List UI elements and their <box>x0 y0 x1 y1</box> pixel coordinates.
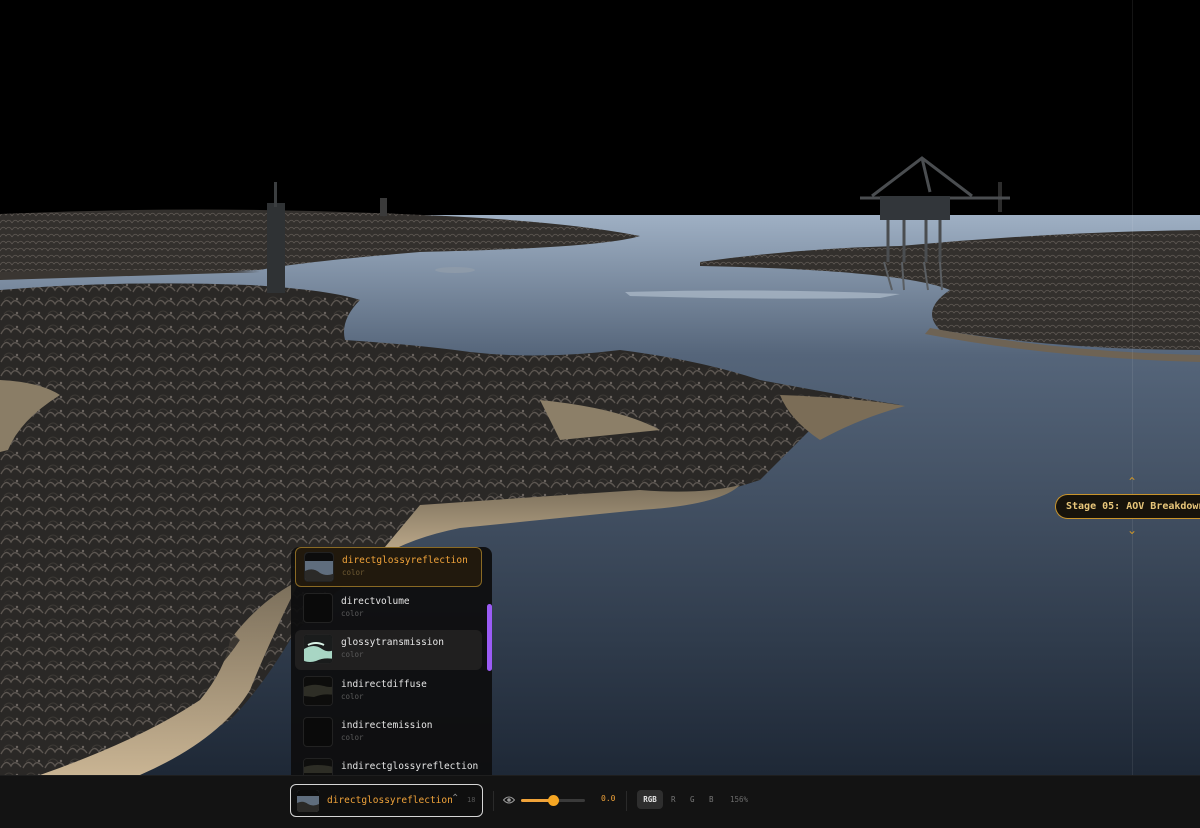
channel-g-button[interactable]: G <box>690 790 695 809</box>
chevron-up-icon: ⌃ <box>451 793 460 804</box>
aov-thumbnail <box>304 552 334 582</box>
aov-item-type: color <box>341 609 364 618</box>
zoom-level[interactable]: 156% <box>730 790 748 809</box>
aov-thumbnail <box>303 593 333 623</box>
aov-select-dropdown[interactable]: directglossyreflection ⌃ 18 <box>290 784 483 817</box>
aov-item-name: indirectdiffuse <box>341 679 427 690</box>
aov-item-type: color <box>342 568 365 577</box>
aov-item-type: color <box>341 692 364 701</box>
aov-select-thumbnail <box>297 790 319 812</box>
aov-item-type: color <box>341 733 364 742</box>
stage-timeline-line <box>1132 0 1133 775</box>
aov-list-scrollbar[interactable] <box>487 604 492 671</box>
aov-select-value: directglossyreflection <box>327 795 453 806</box>
aov-item-indirectdiffuse[interactable]: indirectdiffuse color <box>295 672 482 712</box>
eye-icon[interactable] <box>503 794 515 806</box>
aov-thumbnail <box>303 758 333 775</box>
exposure-slider[interactable] <box>521 795 585 806</box>
viewer-toolbar: directglossyreflection ⌃ 18 0.0 RGB R G … <box>0 775 1200 828</box>
aov-item-type: color <box>341 650 364 659</box>
aov-item-name: indirectemission <box>341 720 433 731</box>
aov-item-indirectglossyreflection[interactable]: indirectglossyreflection color <box>295 754 482 775</box>
toolbar-divider <box>626 791 627 811</box>
aov-thumbnail <box>303 634 333 664</box>
exposure-slider-knob[interactable] <box>548 795 559 806</box>
exposure-value: 0.0 <box>601 794 616 803</box>
aov-item-name: indirectglossyreflection <box>341 761 479 772</box>
aov-item-directglossyreflection[interactable]: directglossyreflection color <box>295 547 482 587</box>
aov-thumbnail <box>303 676 333 706</box>
toolbar-divider <box>493 791 494 811</box>
aov-item-indirectemission[interactable]: indirectemission color <box>295 713 482 753</box>
channel-b-button[interactable]: B <box>709 790 714 809</box>
aov-count: 18 <box>467 796 476 804</box>
aov-item-directvolume[interactable]: directvolume color <box>295 589 482 629</box>
render-image <box>0 0 1200 775</box>
channel-r-button[interactable]: R <box>671 790 676 809</box>
aov-item-name: glossytransmission <box>341 637 444 648</box>
aov-item-name: directglossyreflection <box>342 555 468 566</box>
aov-item-name: directvolume <box>341 596 410 607</box>
aov-thumbnail <box>303 717 333 747</box>
chevron-up-icon[interactable]: ⌃ <box>1124 476 1140 488</box>
channel-rgb-button[interactable]: RGB <box>637 790 663 809</box>
stage-label[interactable]: Stage 05: AOV Breakdown <box>1055 494 1200 519</box>
aov-list-popup[interactable]: directglossyreflection color directvolum… <box>291 547 492 775</box>
chevron-down-icon[interactable]: ⌄ <box>1124 524 1140 536</box>
render-viewport[interactable] <box>0 0 1200 775</box>
aov-item-glossytransmission[interactable]: glossytransmission color <box>295 630 482 670</box>
